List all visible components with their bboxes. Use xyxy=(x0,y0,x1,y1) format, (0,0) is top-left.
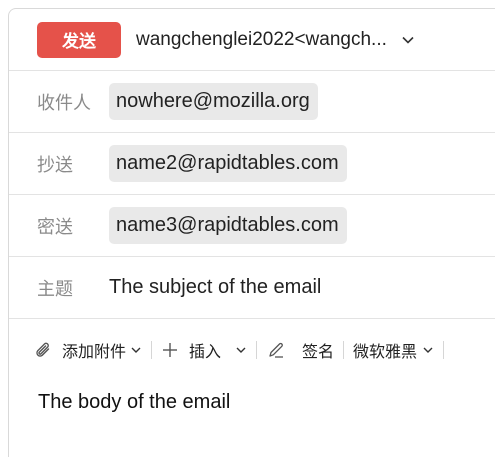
font-family-label: 微软雅黑 xyxy=(353,342,418,361)
subject-input[interactable]: The subject of the email xyxy=(109,276,321,299)
from-account-text: wangchenglei2022<wangch... xyxy=(136,28,387,50)
toolbar-divider xyxy=(343,341,345,359)
insert-label: 插入 xyxy=(189,342,222,361)
subject-row: 主题 The subject of the email xyxy=(9,257,495,319)
chevron-down-icon xyxy=(402,36,414,44)
attach-label: 添加附件 xyxy=(62,342,127,361)
signature-label: 签名 xyxy=(302,342,335,361)
toolbar-divider xyxy=(443,341,445,359)
send-button[interactable]: 发送 xyxy=(37,21,121,58)
plus-icon xyxy=(163,343,178,357)
email-body-editor[interactable]: The body of the email xyxy=(9,381,495,414)
from-account-selector[interactable]: wangchenglei2022<wangch... xyxy=(136,29,415,51)
toolbar-divider xyxy=(256,341,258,359)
pen-icon xyxy=(269,342,284,358)
insert-button[interactable]: 插入 xyxy=(161,338,247,362)
toolbar-divider xyxy=(151,341,153,359)
to-label: 收件人 xyxy=(37,92,91,114)
compose-window: 发送 wangchenglei2022<wangch... 收件人 nowher… xyxy=(8,8,495,457)
bcc-recipient-chip[interactable]: name3@rapidtables.com xyxy=(109,207,347,244)
font-family-select[interactable]: 微软雅黑 xyxy=(353,338,434,362)
cc-recipient-chip[interactable]: name2@rapidtables.com xyxy=(109,145,347,182)
to-recipient-chip[interactable]: nowhere@mozilla.org xyxy=(109,83,318,120)
bcc-row: 密送 name3@rapidtables.com xyxy=(9,195,495,257)
chevron-down-icon xyxy=(131,347,141,353)
signature-button[interactable]: 签名 xyxy=(266,338,334,362)
format-toolbar: 添加附件 插入 签名 微软雅黑 xyxy=(9,319,495,381)
chevron-down-icon xyxy=(236,347,246,353)
cc-label: 抄送 xyxy=(37,154,73,176)
to-row: 收件人 nowhere@mozilla.org xyxy=(9,71,495,133)
bcc-label: 密送 xyxy=(37,216,73,238)
cc-row: 抄送 name2@rapidtables.com xyxy=(9,133,495,195)
chevron-down-icon xyxy=(423,347,433,353)
attach-button[interactable]: 添加附件 xyxy=(34,338,142,362)
paperclip-icon xyxy=(36,342,50,357)
compose-header: 发送 wangchenglei2022<wangch... xyxy=(9,9,495,71)
email-body-text: The body of the email xyxy=(38,391,231,413)
subject-label: 主题 xyxy=(37,278,73,300)
